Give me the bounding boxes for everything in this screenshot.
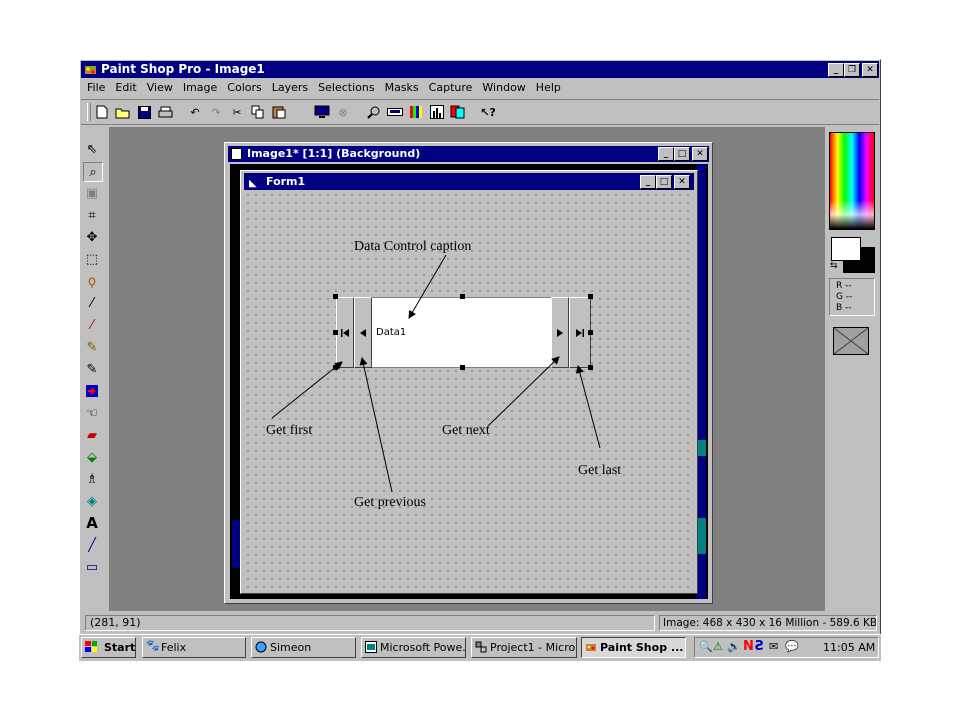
vb-project-icon [475, 641, 487, 653]
tray-clock: 11:05 AM [823, 641, 876, 654]
tray-volume-icon[interactable]: 🔈 [727, 640, 741, 653]
arrow-to-caption [408, 254, 447, 319]
task-paintshop-label: Paint Shop ... [600, 641, 684, 654]
paintshop-icon [586, 644, 596, 651]
arrow-to-next [487, 356, 560, 427]
task-felix[interactable]: 🐾 Felix [142, 637, 246, 658]
system-tray: 🔍 ⚠ 🔈 N Ƨ ✉ 💬 11:05 AM [694, 637, 879, 658]
paw-icon: 🐾 [146, 639, 160, 652]
tray-search-icon[interactable]: 🔍 [699, 640, 713, 653]
arrow-to-first [271, 361, 343, 419]
task-powerpoint-label: Microsoft Powe... [380, 641, 466, 654]
globe-icon [255, 641, 267, 653]
tray-chat-icon[interactable]: 💬 [785, 640, 799, 653]
start-button[interactable]: Start [81, 637, 136, 658]
task-project1[interactable]: Project1 - Micro... [471, 637, 577, 658]
arrow-to-previous [359, 357, 393, 493]
status-bar: (281, 91) Image: 468 x 430 x 16 Million … [81, 613, 879, 633]
status-coords: (281, 91) [85, 615, 655, 631]
task-simeon-label: Simeon [270, 641, 312, 654]
tray-s-icon[interactable]: Ƨ [755, 639, 764, 654]
tray-mail-icon[interactable]: ✉ [769, 640, 778, 653]
arrow-to-last [575, 365, 601, 449]
task-paintshop[interactable]: Paint Shop ... [581, 637, 686, 658]
status-image-info: Image: 468 x 430 x 16 Million - 589.6 KB… [659, 615, 877, 631]
powerpoint-icon [365, 641, 377, 653]
windows-logo-icon [85, 641, 97, 652]
task-powerpoint[interactable]: Microsoft Powe... [361, 637, 466, 658]
annotation-arrows [271, 254, 601, 493]
tray-network-icon[interactable]: ⚠ [713, 640, 723, 653]
task-project1-label: Project1 - Micro... [490, 641, 577, 654]
start-label: Start [104, 641, 136, 654]
task-felix-label: Felix [161, 641, 187, 654]
tray-n-icon[interactable]: N [743, 639, 754, 654]
task-simeon[interactable]: Simeon [251, 637, 356, 658]
